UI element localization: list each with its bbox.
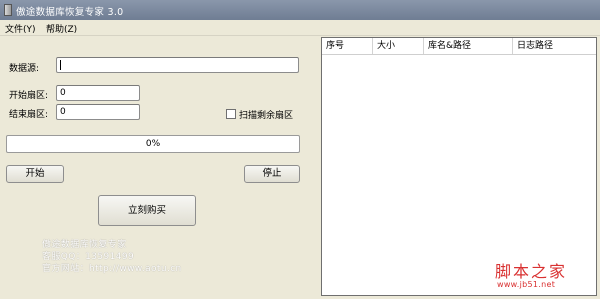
website-text: 官方网站：http://www.aotu.cn: [42, 264, 182, 274]
title-bar[interactable]: 傲途数据库恢复专家 3.0: [0, 0, 600, 20]
scan-remaining-label: 扫描剩余扇区: [239, 111, 294, 121]
menu-file[interactable]: 文件(Y): [5, 22, 36, 35]
window-title: 傲途数据库恢复专家 3.0: [16, 7, 124, 18]
column-header-index[interactable]: 序号: [322, 38, 372, 54]
column-header-log-path[interactable]: 日志路径: [513, 38, 596, 54]
stop-button[interactable]: 停止: [244, 165, 300, 183]
text-caret: [60, 59, 61, 70]
end-sector-label: 结束扇区:: [9, 110, 49, 120]
menu-bar: 文件(Y) 帮助(Z): [0, 20, 600, 36]
progress-bar: 0%: [6, 135, 300, 153]
column-header-size[interactable]: 大小: [373, 38, 423, 54]
start-sector-input[interactable]: 0: [56, 85, 140, 101]
table-header: 序号 大小 库名&路径 日志路径: [322, 38, 596, 55]
menu-help[interactable]: 帮助(Z): [46, 22, 77, 35]
buy-now-button[interactable]: 立刻购买: [98, 195, 196, 226]
start-button[interactable]: 开始: [6, 165, 64, 183]
progress-text: 0%: [145, 139, 161, 149]
source-label: 数据源:: [9, 64, 40, 74]
start-sector-label: 开始扇区:: [9, 91, 49, 101]
column-header-db-path[interactable]: 库名&路径: [424, 38, 512, 54]
site-watermark-url: www.jb51.net: [497, 280, 556, 289]
end-sector-input[interactable]: 0: [56, 104, 140, 120]
app-icon: [4, 4, 12, 16]
site-watermark-logo: 脚本之家: [495, 262, 568, 281]
scan-remaining-checkbox[interactable]: [226, 109, 236, 119]
source-input[interactable]: [56, 57, 299, 73]
